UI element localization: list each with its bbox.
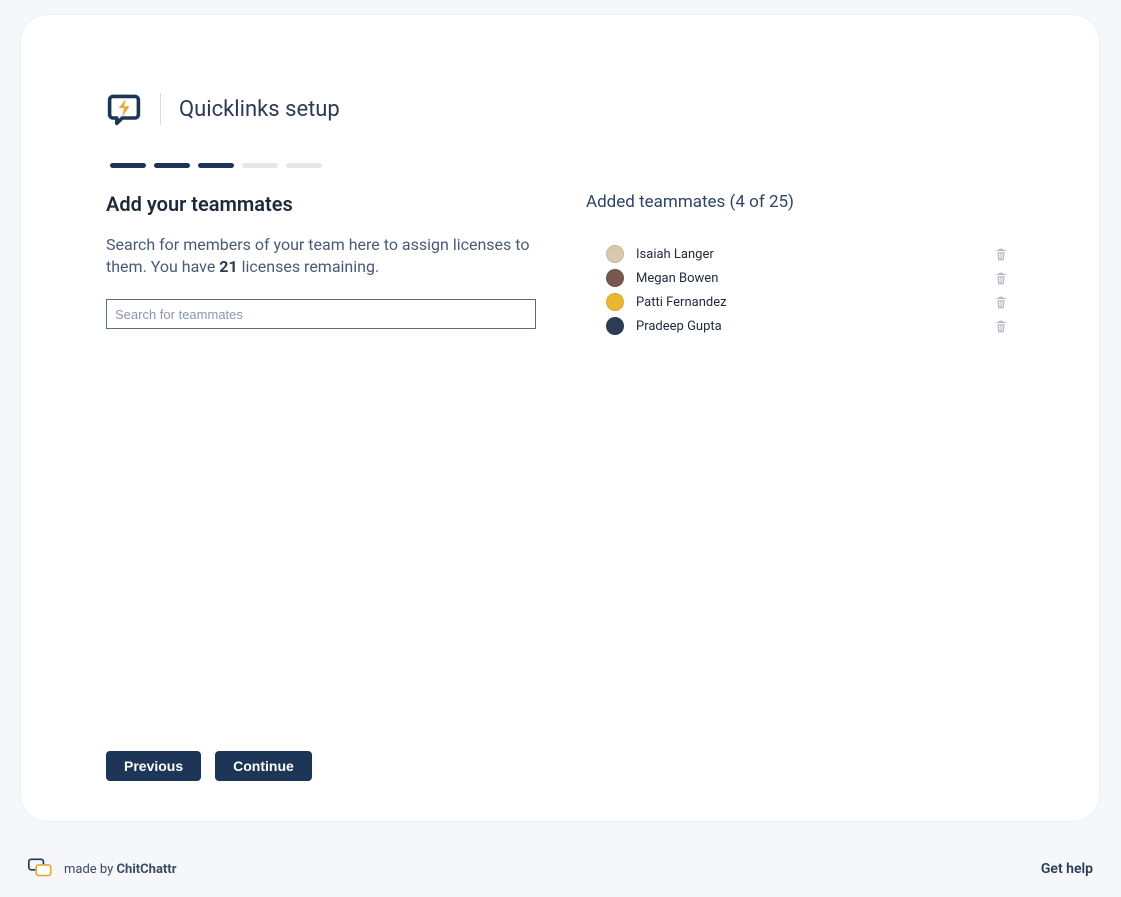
page-footer: made by ChitChattr Get help: [0, 847, 1121, 897]
step-indicator: [110, 163, 146, 168]
get-help-link[interactable]: Get help: [1041, 861, 1093, 877]
teammate-avatar: [606, 245, 624, 263]
quicklinks-logo-icon: [106, 91, 142, 127]
page-title: Quicklinks setup: [179, 97, 340, 122]
wizard-footer-buttons: Previous Continue: [106, 731, 1014, 781]
setup-card: Quicklinks setup Add your teammates Sear…: [20, 14, 1100, 822]
add-teammates-heading: Add your teammates: [106, 192, 536, 216]
teammate-row: Isaiah Langer: [586, 242, 1014, 266]
teammate-name: Megan Bowen: [636, 271, 718, 286]
desc-suffix: licenses remaining.: [238, 257, 380, 276]
search-teammates-input[interactable]: [106, 299, 536, 329]
teammate-name: Isaiah Langer: [636, 247, 714, 262]
header-divider: [160, 93, 161, 125]
step-indicator: [154, 163, 190, 168]
delete-teammate-icon[interactable]: [994, 246, 1008, 262]
footer-brand-area: made by ChitChattr: [28, 858, 176, 880]
right-column: Added teammates (4 of 25) Isaiah Langer M…: [586, 192, 1014, 731]
teammate-row: Patti Fernandez: [586, 290, 1014, 314]
delete-teammate-icon[interactable]: [994, 294, 1008, 310]
teammate-row: Megan Bowen: [586, 266, 1014, 290]
content-columns: Add your teammates Search for members of…: [106, 192, 1014, 731]
footer-brand: ChitChattr: [117, 862, 177, 877]
footer-prefix: made by: [64, 862, 117, 877]
continue-button[interactable]: Continue: [215, 751, 312, 781]
chitchattr-logo-icon: [28, 858, 54, 880]
teammate-name: Pradeep Gupta: [636, 319, 722, 334]
teammate-avatar: [606, 317, 624, 335]
delete-teammate-icon[interactable]: [994, 270, 1008, 286]
step-indicator: [198, 163, 234, 168]
teammate-avatar: [606, 293, 624, 311]
left-column: Add your teammates Search for members of…: [106, 192, 536, 731]
card-header: Quicklinks setup: [106, 91, 1014, 127]
footer-made-by: made by ChitChattr: [64, 862, 176, 877]
teammate-row: Pradeep Gupta: [586, 314, 1014, 338]
added-teammates-title: Added teammates (4 of 25): [586, 192, 1014, 212]
teammate-avatar: [606, 269, 624, 287]
progress-steps: [110, 163, 1014, 168]
teammate-name: Patti Fernandez: [636, 295, 727, 310]
step-indicator: [242, 163, 278, 168]
teammates-list: Isaiah Langer Megan Bowen Patti Fernandez P…: [586, 242, 1014, 338]
step-indicator: [286, 163, 322, 168]
delete-teammate-icon[interactable]: [994, 318, 1008, 334]
previous-button[interactable]: Previous: [106, 751, 201, 781]
licenses-description: Search for members of your team here to …: [106, 234, 536, 277]
licenses-remaining-count: 21: [219, 257, 237, 276]
